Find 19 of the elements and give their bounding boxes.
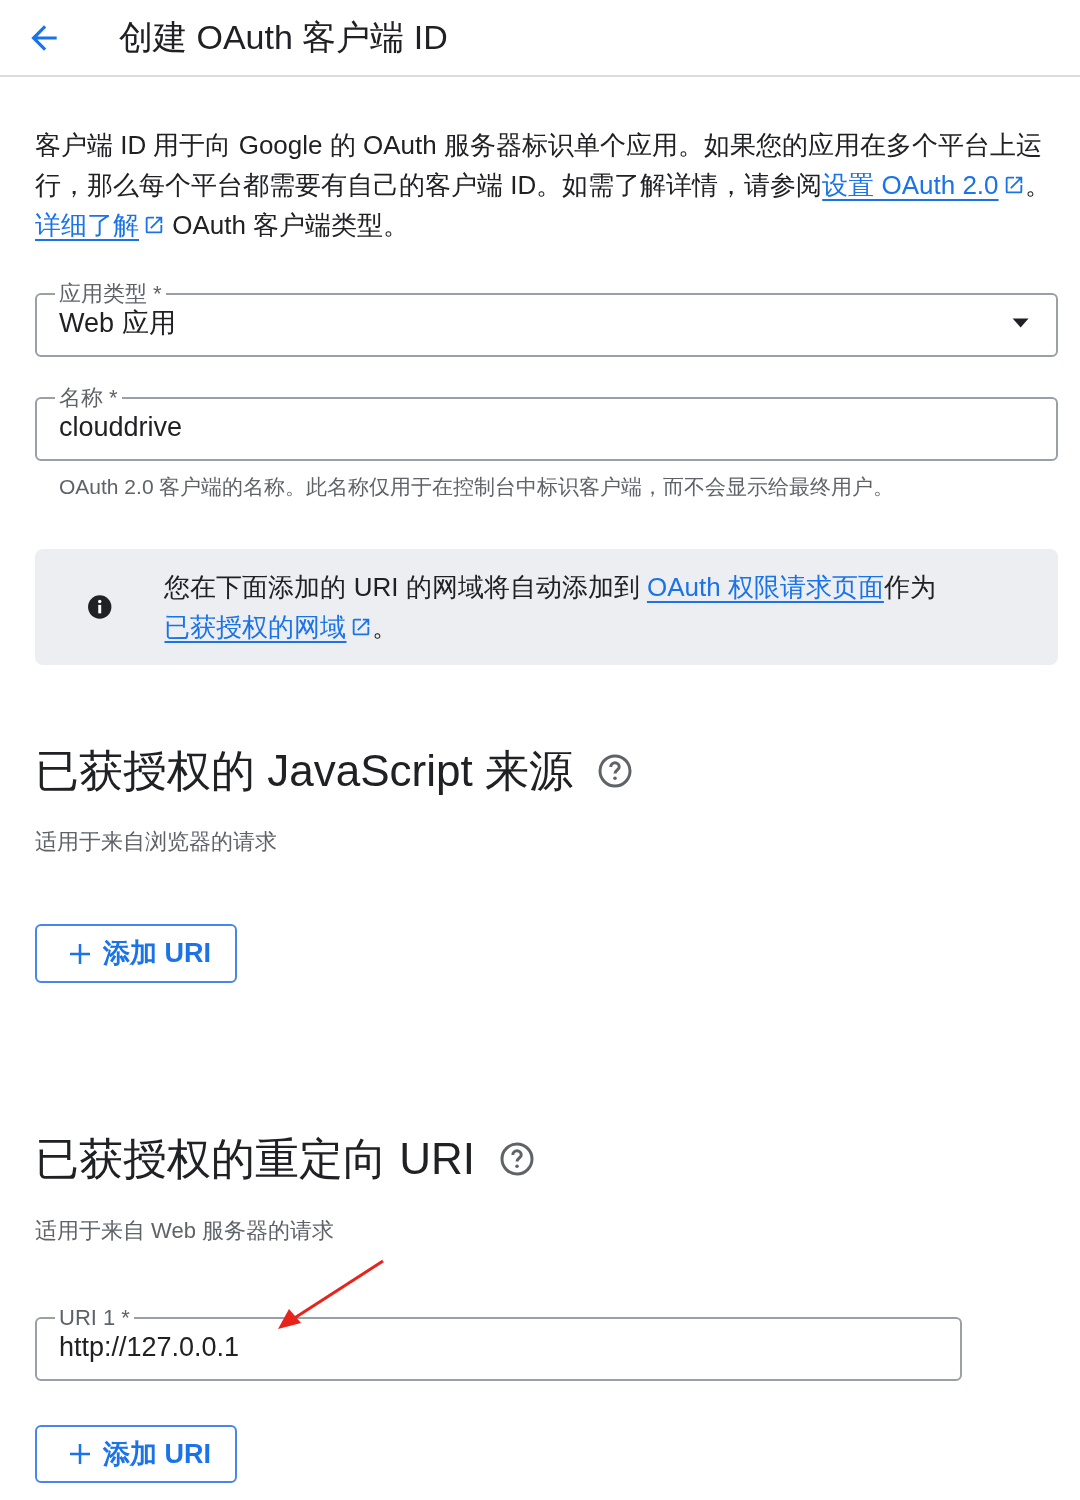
add-uri-button[interactable]: 添加 URI bbox=[35, 924, 237, 983]
info-text: 您在下面添加的 URI 的网域将自动添加到 OAuth 权限请求页面作为 已获授权的网域 。 bbox=[164, 570, 937, 644]
link[interactable]: 详细了解 bbox=[35, 210, 165, 240]
link[interactable]: OAuth 权限请求页面 bbox=[646, 571, 884, 602]
external-link-icon bbox=[143, 214, 165, 236]
section-heading: 已获授权的 JavaScript 来源 bbox=[35, 744, 573, 797]
link[interactable]: 设置 OAuth 2.0 bbox=[822, 170, 1025, 200]
add-uri-button[interactable]: 添加 URI bbox=[35, 1424, 237, 1484]
help-icon[interactable] bbox=[499, 1141, 535, 1178]
help-icon[interactable] bbox=[596, 752, 633, 789]
section-heading: 已获授权的重定向 URI bbox=[35, 1132, 475, 1185]
section-subtitle: 适用于来自 Web 服务器的请求 bbox=[35, 1216, 336, 1245]
section-subtitle: 适用于来自浏览器的请求 bbox=[35, 828, 278, 857]
link[interactable]: 已获授权的网域 bbox=[164, 611, 373, 642]
helper-text: OAuth 2.0 客户端的名称。此名称仅用于在控制台中标识客户端，而不会显示给最终用户。 bbox=[59, 474, 896, 500]
intro-text: 客户端 ID 用于向 Google 的 OAuth 服务器标识单个应用。如果您的应用在多个平台上运行，那么每个平台都需要有自己的客户端 ID。如需了解详情，请参阅设置 OAuth 2.0 。 详细了解 OAuth 客户端类型。 bbox=[35, 129, 1052, 242]
select-field[interactable]: 应用类型 * Web 应用 bbox=[35, 283, 1058, 357]
page-title: 创建 OAuth 客户端 ID bbox=[119, 17, 448, 58]
input-field[interactable]: 名称 * clouddrive bbox=[35, 387, 1058, 461]
